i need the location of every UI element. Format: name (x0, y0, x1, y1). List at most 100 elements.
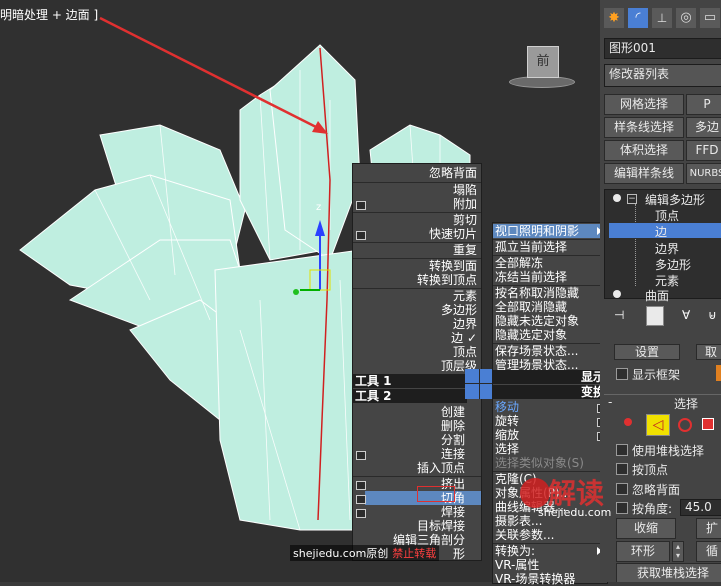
spline-select-button[interactable]: 样条线选择 (604, 117, 684, 138)
hierarchy-tab-icon[interactable]: ⊥ (652, 8, 672, 28)
menu-item-move[interactable]: 移动 (495, 400, 519, 414)
edge-mode-icon[interactable]: ◁ (646, 414, 670, 436)
menu-item-unhide-all[interactable]: 全部取消隐藏 (495, 300, 567, 314)
stack-item-surface[interactable]: 曲面 (645, 287, 669, 304)
p-button[interactable]: P (686, 94, 721, 115)
menu-item-isolate[interactable]: 孤立当前选择 (495, 240, 567, 254)
menu-item-quickslice[interactable]: 快速切片 (353, 227, 477, 241)
menu-item-viewport-lighting[interactable]: 视口照明和阴影 (495, 224, 579, 238)
watermark-logo-badge (520, 478, 550, 508)
pin-stack-icon[interactable]: ⊣ (614, 308, 628, 322)
use-stack-selection-label: 使用堆栈选择 (632, 444, 705, 458)
menu-item-insert-vertex[interactable]: 插入顶点 (353, 461, 465, 475)
ffd-button[interactable]: FFD (686, 140, 721, 161)
menu-item-unfreeze-all[interactable]: 全部解冻 (495, 256, 543, 270)
menu-item-vertex[interactable]: 顶点 (353, 345, 477, 359)
vertex-mode-icon[interactable] (624, 418, 632, 426)
remove-modifier-icon[interactable]: ⊌ (708, 308, 721, 322)
selection-rollout-header[interactable]: - 选择 (604, 394, 721, 411)
quad-menu-right: 视口照明和阴影 孤立当前选择 全部解冻 冻结当前选择 按名称取消隐藏 全部取消隐… (492, 222, 608, 586)
cage-color-swatch[interactable] (716, 365, 721, 381)
light-bulb-icon[interactable] (613, 194, 621, 202)
menu-item-attach[interactable]: 附加 (353, 197, 477, 211)
stack-item-edge[interactable]: 边 (655, 223, 667, 240)
motion-tab-icon[interactable]: ◎ (676, 8, 696, 28)
rollout-minus-icon: - (608, 395, 613, 409)
menu-item-unhide-by-name[interactable]: 按名称取消隐藏 (495, 286, 579, 300)
menu-item-freeze-selection[interactable]: 冻结当前选择 (495, 270, 567, 284)
mini-button[interactable]: 取 (696, 344, 721, 360)
menu-item-rotate[interactable]: 旋转 (495, 414, 519, 428)
nurbs-button[interactable]: NURBS (686, 163, 721, 184)
menu-item-edge[interactable]: 边 ✓ (353, 331, 477, 345)
ring-spinner-icon[interactable]: ▴ ▾ (672, 541, 684, 562)
chamfer-annotation-box (417, 486, 455, 502)
loop-button[interactable]: 循 (696, 541, 721, 562)
show-cage-label: 显示框架 (632, 368, 681, 382)
quad-center-divider (465, 383, 493, 384)
viewcube-front-face[interactable]: 前 (527, 46, 559, 78)
shrink-button[interactable]: 收缩 (616, 518, 676, 539)
menu-item-border[interactable]: 边界 (353, 317, 477, 331)
modifier-list-dropdown[interactable]: 修改器列表 (604, 64, 721, 87)
edit-spline-button[interactable]: 编辑样条线 (604, 163, 684, 184)
menu-item-hide-unselected[interactable]: 隐藏未选定对象 (495, 314, 579, 328)
menu-item-select[interactable]: 选择 (495, 442, 519, 456)
menu-item-convert-to[interactable]: 转换为: (495, 544, 535, 558)
menu-item-collapse[interactable]: 塌陷 (353, 183, 477, 197)
reset-button[interactable]: 设置 (614, 344, 680, 360)
menu-item-element[interactable]: 元素 (353, 289, 477, 303)
menu-item-ignore-backfacing[interactable]: 忽略背面 (353, 166, 477, 180)
viewcube[interactable]: 前 (503, 44, 579, 88)
menu-item-remove[interactable]: 删除 (353, 419, 465, 433)
grow-button[interactable]: 扩 (696, 518, 721, 539)
ring-button[interactable]: 环形 (616, 541, 670, 562)
menu-item-convert-to-vertex[interactable]: 转换到顶点 (353, 273, 477, 287)
polygon-mode-icon[interactable] (702, 418, 714, 430)
poly-button[interactable]: 多边 (686, 117, 721, 138)
light-bulb-icon[interactable] (613, 290, 621, 298)
menu-item-save-scene-state[interactable]: 保存场景状态... (495, 344, 578, 358)
selection-rollout-title: 选择 (674, 397, 699, 411)
menu-item-scale[interactable]: 缩放 (495, 428, 519, 442)
mesh-select-button[interactable]: 网格选择 (604, 94, 684, 115)
angle-value-field[interactable]: 45.0 (680, 499, 721, 516)
watermark-logo: 解读 shejiedu.com (520, 472, 630, 519)
modify-tab-icon[interactable]: ◜ (628, 8, 648, 28)
viewport-label[interactable]: 明暗处理 + 边面 ] (0, 6, 98, 23)
menu-item-cut[interactable]: 剪切 (353, 213, 477, 227)
modifier-stack: − 编辑多边形 顶点 边 边界 多边形 元素 曲面 (604, 189, 721, 303)
menu-item-polygon[interactable]: 多边形 (353, 303, 477, 317)
menu-item-vr-scene-converter[interactable]: VR-场景转换器 (495, 572, 575, 586)
menu-item-target-weld[interactable]: 目标焊接 (353, 519, 465, 533)
menu-item-vr-properties[interactable]: VR-属性 (495, 558, 539, 572)
menu-item-wire-parameters[interactable]: 关联参数... (495, 528, 554, 542)
use-stack-selection-checkbox[interactable] (616, 444, 628, 456)
quad-header-tools1: 工具 1 (353, 374, 467, 388)
menu-item-top-level[interactable]: 顶层级 (353, 359, 477, 373)
menu-item-split[interactable]: 分割 (353, 433, 465, 447)
create-tab-icon[interactable]: ✸ (604, 8, 624, 28)
menu-item-connect[interactable]: 连接 (353, 447, 465, 461)
make-unique-icon[interactable]: ∀ (682, 308, 696, 322)
menu-item-create[interactable]: 创建 (353, 405, 465, 419)
watermark-site-text: shejiedu.com原创 (293, 547, 389, 560)
object-name-field[interactable]: 图形001 (604, 38, 721, 59)
show-cage-checkbox[interactable] (616, 368, 628, 380)
menu-item-weld[interactable]: 焊接 (353, 505, 465, 519)
stack-item-border[interactable]: 边界 (655, 240, 679, 257)
stack-item-vertex[interactable]: 顶点 (655, 207, 679, 224)
stack-item-polygon[interactable]: 多边形 (655, 256, 691, 273)
menu-item-repeat[interactable]: 重复 (353, 243, 477, 257)
get-stack-selection-button[interactable]: 获取堆栈选择 (616, 563, 721, 582)
menu-item-hide-selection[interactable]: 隐藏选定对象 (495, 328, 567, 342)
display-tab-icon[interactable]: ▭ (700, 8, 720, 28)
volume-select-button[interactable]: 体积选择 (604, 140, 684, 161)
show-end-result-icon[interactable] (646, 306, 664, 326)
stack-item-edit-poly[interactable]: 编辑多边形 (645, 191, 705, 208)
menu-item-convert-to-face[interactable]: 转换到面 (353, 259, 477, 273)
border-mode-icon[interactable] (678, 418, 692, 432)
ignore-backfacing-label: 忽略背面 (632, 483, 681, 497)
collapse-minus-icon[interactable]: − (627, 194, 637, 204)
quad-header-tools2: 工具 2 (353, 389, 467, 403)
